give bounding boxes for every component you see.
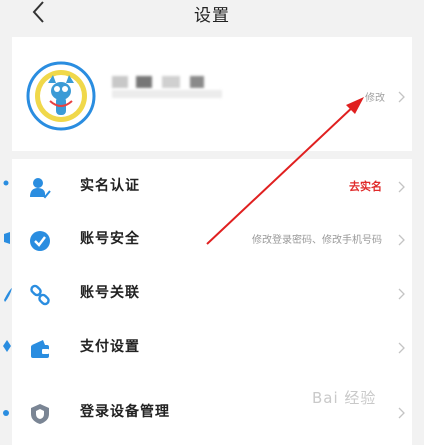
- left-icon-strip: [3, 180, 12, 416]
- page-title: 设置: [194, 6, 230, 26]
- username-redacted: [112, 76, 128, 88]
- chevron-right-icon: [398, 234, 405, 246]
- blue-feather-icon: [4, 288, 12, 302]
- username-redacted: [136, 76, 152, 88]
- menu-item-label: 实名认证: [80, 178, 140, 194]
- blue-pin-icon: [3, 340, 11, 352]
- menu-item-label: 登录设备管理: [80, 404, 170, 420]
- menu-item-real-name[interactable]: 实名认证 去实名: [12, 159, 412, 215]
- menu-item-value: 修改登录密码、修改手机号码: [252, 235, 382, 246]
- profile-card[interactable]: 修改: [12, 37, 412, 151]
- username-redacted: [112, 90, 222, 98]
- watermark: Bai 经验: [312, 389, 377, 407]
- edit-profile-link[interactable]: 修改: [365, 89, 385, 104]
- menu-item-value: 去实名: [349, 180, 382, 193]
- chevron-right-icon: [398, 91, 405, 103]
- blue-wing-icon: [3, 410, 9, 416]
- menu-item-label: 账号关联: [80, 285, 140, 301]
- menu-item-label: 账号安全: [80, 231, 140, 247]
- menu-item-account-security[interactable]: 账号安全 修改登录密码、修改手机号码: [12, 212, 412, 268]
- menu-item-account-link[interactable]: 账号关联: [12, 266, 412, 322]
- blue-dot-icon: [3, 180, 9, 186]
- username-redacted: [162, 76, 180, 88]
- menu-item-label: 支付设置: [80, 339, 140, 355]
- menu-item-payment-settings[interactable]: 支付设置: [12, 320, 412, 376]
- blue-flag-icon: [4, 232, 10, 244]
- top-bar: 设置: [0, 0, 424, 30]
- chevron-right-icon: [398, 181, 405, 193]
- chevron-right-icon: [398, 407, 405, 419]
- chevron-right-icon: [398, 342, 405, 354]
- chevron-right-icon: [398, 288, 405, 300]
- username-redacted: [190, 76, 204, 88]
